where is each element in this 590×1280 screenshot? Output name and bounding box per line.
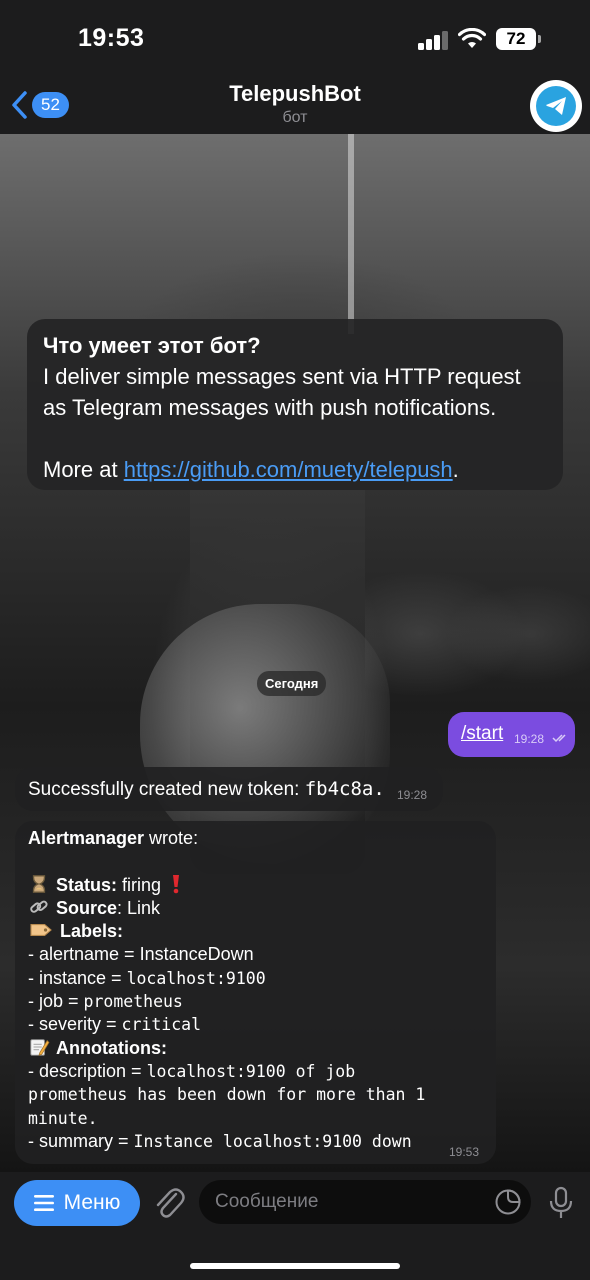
microphone-icon[interactable]: [549, 1186, 573, 1220]
token-value[interactable]: fb4c8a.: [305, 778, 385, 800]
memo-icon: [30, 1038, 50, 1056]
outgoing-message[interactable]: /start 19:28: [448, 712, 575, 757]
alert-source: Source: Link: [28, 897, 483, 920]
github-link[interactable]: https://github.com/muety/telepush: [124, 457, 453, 482]
bot-menu-button[interactable]: Меню: [14, 1180, 140, 1226]
alert-status: Status: firing: [28, 874, 483, 897]
status-time: 19:53: [78, 24, 145, 52]
alert-annotations-title: Annotations:: [28, 1037, 483, 1060]
chat-header: 52 TelepushBot бот: [0, 78, 590, 134]
message-time: 19:28: [397, 788, 428, 802]
menu-label: Меню: [63, 1191, 121, 1214]
incoming-message[interactable]: Successfully created new token: fb4c8a. …: [15, 767, 443, 811]
bot-info-bubble: Что умеет этот бот? I deliver simple mes…: [27, 319, 563, 490]
cellular-signal-icon: [418, 30, 448, 50]
message-text: Successfully created new token: fb4c8a.: [28, 778, 385, 800]
paperclip-icon[interactable]: [152, 1184, 186, 1222]
alert-annotation-line: minute.: [28, 1108, 98, 1128]
message-input[interactable]: [215, 1180, 485, 1224]
label-tag-icon: [30, 924, 52, 937]
message-input-container: [199, 1180, 531, 1224]
alert-label-line: - alertname = InstanceDown: [28, 944, 254, 965]
home-indicator: [190, 1263, 400, 1269]
double-check-icon: [552, 734, 566, 743]
bot-info-title: Что умеет этот бот?: [43, 333, 261, 358]
battery-indicator: 72: [496, 28, 541, 50]
bot-info-text: as Telegram messages with push notificat…: [43, 395, 497, 420]
date-separator: Сегодня: [257, 671, 327, 696]
alert-label-line: - severity = critical: [28, 1014, 202, 1035]
message-time: 19:53: [449, 1145, 480, 1159]
start-command-link[interactable]: /start: [461, 723, 503, 745]
bot-info-more: More at https://github.com/muety/telepus…: [43, 457, 459, 482]
chat-subtitle: бот: [282, 109, 308, 126]
hourglass-icon: [32, 874, 46, 893]
message-composer: Меню: [0, 1172, 590, 1280]
link-icon: [30, 900, 48, 913]
bot-info-text: I deliver simple messages sent via HTTP …: [43, 364, 521, 389]
menu-icon: [33, 1195, 54, 1211]
exclamation-icon: [173, 874, 180, 893]
alert-annotation-line: - description = localhost:9100 of job: [28, 1060, 356, 1081]
alert-annotation-line: - summary = Instance localhost:9100 down: [28, 1130, 412, 1151]
alert-label-line: - instance = localhost:9100: [28, 967, 266, 988]
alert-annotation-line: prometheus has been down for more than 1: [28, 1085, 426, 1105]
alert-labels-title: Labels:: [28, 920, 483, 943]
chat-title[interactable]: TelepushBot: [0, 81, 590, 107]
message-time: 19:28: [514, 732, 545, 746]
alert-header: Alertmanager wrote:: [28, 828, 199, 848]
wifi-icon: [458, 28, 486, 48]
status-bar: 19:53 72: [0, 0, 590, 78]
sticker-icon[interactable]: [495, 1189, 521, 1215]
alert-label-line: - job = prometheus: [28, 991, 183, 1012]
alert-message[interactable]: Alertmanager wrote: Status: firing Sourc…: [15, 821, 496, 1164]
wallpaper-detail: [348, 134, 354, 334]
bot-avatar[interactable]: [530, 80, 582, 132]
telegram-plane-icon: [536, 86, 576, 126]
